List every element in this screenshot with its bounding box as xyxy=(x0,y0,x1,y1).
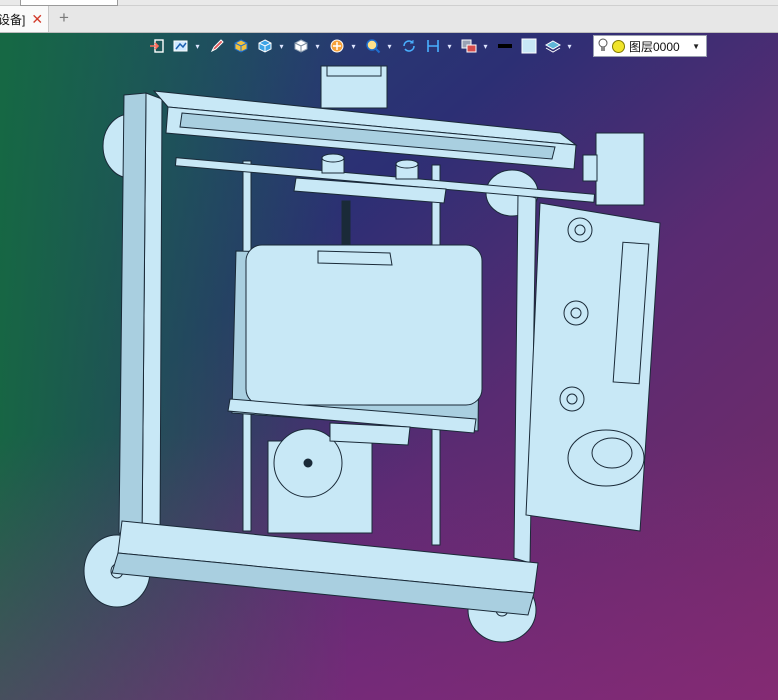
tab-label: 设备] xyxy=(0,12,26,27)
main-box xyxy=(245,244,483,406)
panel-knob-3 xyxy=(559,386,585,412)
black-swatch-icon[interactable] xyxy=(494,36,516,56)
chevron-down-icon[interactable]: ▾ xyxy=(278,42,285,51)
chevron-down-icon[interactable]: ▾ xyxy=(482,42,489,51)
lightbulb-icon xyxy=(598,38,608,55)
solid-box-icon[interactable] xyxy=(230,36,252,56)
chevron-down-icon[interactable]: ▾ xyxy=(386,42,393,51)
shaded-box-icon[interactable] xyxy=(254,36,276,56)
yellow-dot-icon xyxy=(612,39,625,53)
close-icon[interactable]: ✕ xyxy=(31,11,43,28)
top-gear xyxy=(317,250,393,266)
chevron-down-icon[interactable]: ▾ xyxy=(194,42,201,51)
panel-knob-1 xyxy=(567,217,593,243)
chevron-down-icon[interactable]: ▾ xyxy=(566,42,573,51)
cad-model[interactable] xyxy=(0,33,778,700)
zoom-icon[interactable] xyxy=(362,36,384,56)
chevron-down-icon[interactable]: ▾ xyxy=(350,42,357,51)
rack xyxy=(329,422,411,446)
document-tab[interactable]: 设备] ✕ xyxy=(0,6,49,32)
chevron-down-icon[interactable]: ▾ xyxy=(446,42,453,51)
render-mode-icon[interactable] xyxy=(170,36,192,56)
view-cube-icon[interactable] xyxy=(290,36,312,56)
panel-knob-2 xyxy=(563,300,589,326)
orbit-icon[interactable] xyxy=(326,36,348,56)
caret-down-icon: ▼ xyxy=(692,41,700,51)
bearing-left xyxy=(321,153,345,174)
bearing-right xyxy=(395,159,419,180)
view-toolbar: ▾ ▾ ▾ ▾ ▾ ▾ ▾ ▾ xyxy=(146,35,576,57)
rotate-icon[interactable] xyxy=(398,36,420,56)
layers-icon[interactable] xyxy=(542,36,564,56)
light-swatch-icon[interactable] xyxy=(518,36,540,56)
tab-bar: 设备] ✕ + xyxy=(0,6,778,33)
plus-icon[interactable]: + xyxy=(56,9,72,27)
display-icon[interactable] xyxy=(458,36,480,56)
layer-name: 图层0000 xyxy=(629,39,680,54)
chevron-down-icon[interactable]: ▾ xyxy=(314,42,321,51)
layer-dropdown[interactable]: 图层0000 ▼ xyxy=(593,35,707,57)
pencil-icon[interactable] xyxy=(206,36,228,56)
panel-wheel xyxy=(567,429,645,487)
3d-viewport[interactable]: ▾ ▾ ▾ ▾ ▾ ▾ ▾ ▾ 图层0000 ▼ xyxy=(0,33,778,700)
dimension-icon[interactable] xyxy=(422,36,444,56)
top-motor xyxy=(320,65,388,109)
exit-icon[interactable] xyxy=(146,36,168,56)
